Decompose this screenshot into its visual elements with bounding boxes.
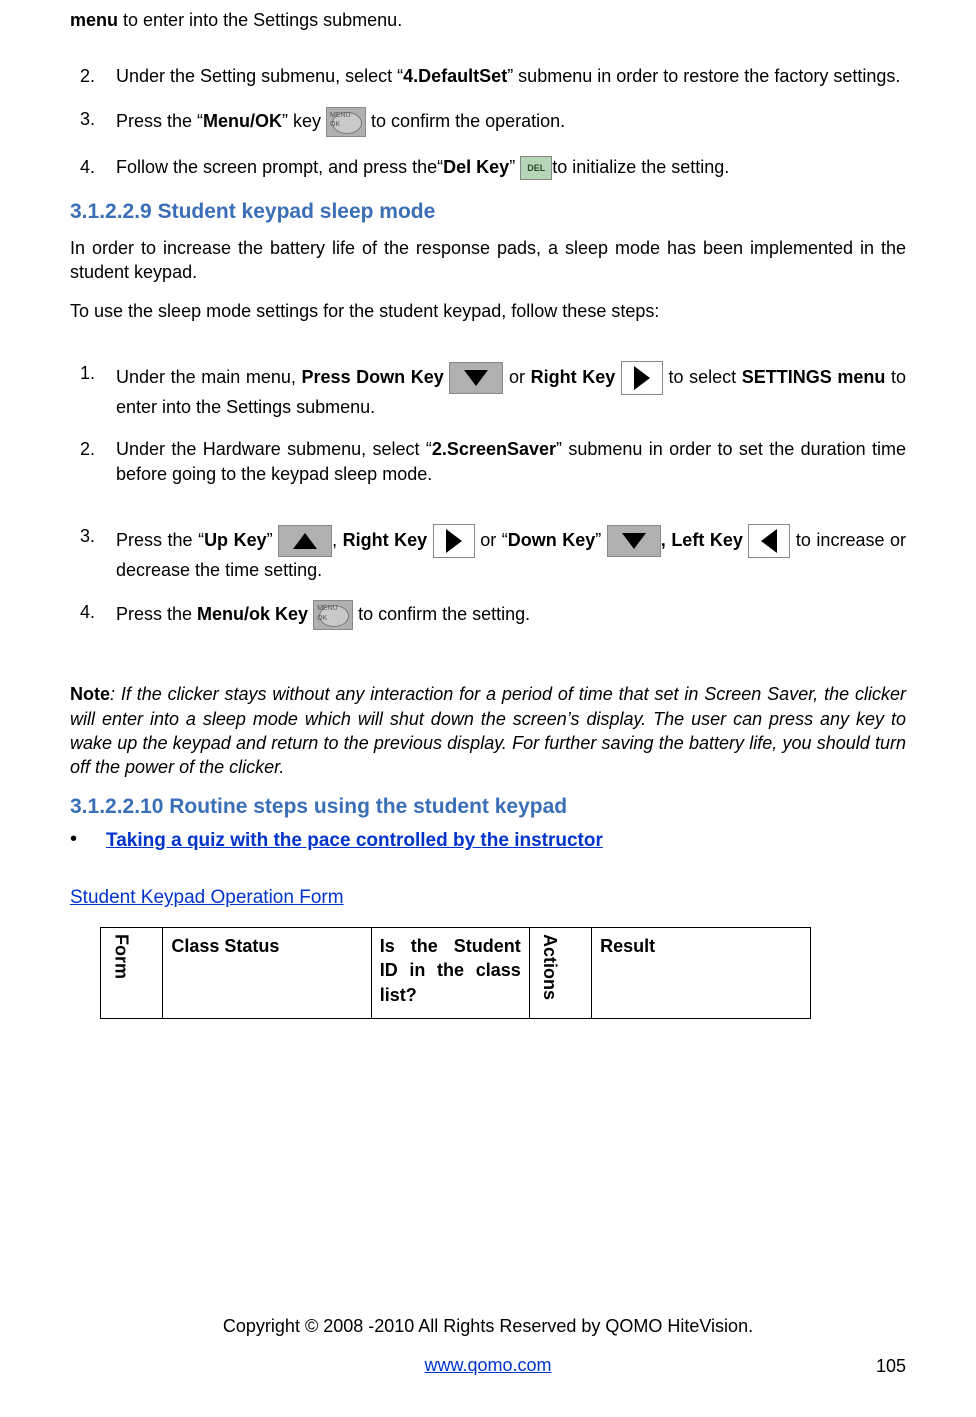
col-form: Form xyxy=(101,928,163,1019)
section-heading: 3.1.2.2.9 Student keypad sleep mode xyxy=(70,198,906,226)
menu-ok-key-icon xyxy=(313,600,353,630)
text: ” submenu in order to restore the factor… xyxy=(507,66,900,86)
bold-text: Right Key xyxy=(531,367,616,387)
text: to confirm the operation. xyxy=(366,110,565,130)
up-arrow-icon xyxy=(278,525,332,557)
bold-text: Menu/OK xyxy=(203,110,282,130)
list-item: 3. Press the “Menu/OK” key to confirm th… xyxy=(70,107,906,137)
bold-text: , Left Key xyxy=(661,530,743,550)
text: or “ xyxy=(475,530,508,550)
text: Press the “ xyxy=(116,110,203,130)
text: Under the Hardware submenu, select “ xyxy=(116,439,432,459)
text: Press the “ xyxy=(116,530,204,550)
footer-url[interactable]: www.qomo.com xyxy=(424,1355,551,1375)
form-caption-link[interactable]: Student Keypad Operation Form xyxy=(70,885,344,911)
document-page: menu to enter into the Settings submenu.… xyxy=(0,0,976,1417)
list-item: 2. Under the Setting submenu, select “4.… xyxy=(70,64,906,88)
list-number: 2. xyxy=(70,64,116,88)
page-number: 105 xyxy=(876,1354,906,1378)
text: Under the main menu, xyxy=(116,367,302,387)
text: to enter into the Settings submenu. xyxy=(118,10,402,30)
col-actions: Actions xyxy=(529,928,591,1019)
text: to select xyxy=(663,367,742,387)
list-number: 3. xyxy=(70,524,116,582)
copyright-text: Copyright © 2008 -2010 All Rights Reserv… xyxy=(70,1314,906,1338)
text: Follow the screen prompt, and press the“ xyxy=(116,157,443,177)
list-number: 4. xyxy=(70,155,116,180)
note-paragraph: Note: If the clicker stays without any i… xyxy=(70,682,906,779)
list-item: 4. Press the Menu/ok Key to confirm the … xyxy=(70,600,906,630)
bold-text: Press Down Key xyxy=(302,367,444,387)
bold-text: menu xyxy=(70,10,118,30)
text: ” key xyxy=(282,110,326,130)
text: , xyxy=(332,530,343,550)
bold-text: SETTINGS menu xyxy=(742,367,886,387)
bold-text: Del Key xyxy=(443,157,509,177)
list-item: 1. Under the main menu, Press Down Key o… xyxy=(70,361,906,419)
list-number: 3. xyxy=(70,107,116,137)
paragraph: In order to increase the battery life of… xyxy=(70,236,906,285)
text: ” xyxy=(509,157,520,177)
paragraph: To use the sleep mode settings for the s… xyxy=(70,299,906,323)
continuation-line: menu to enter into the Settings submenu. xyxy=(70,8,906,32)
list-item: 4. Follow the screen prompt, and press t… xyxy=(70,155,906,180)
menu-ok-key-icon xyxy=(326,107,366,137)
text: or xyxy=(503,367,530,387)
text: to initialize the setting. xyxy=(552,157,729,177)
page-footer: Copyright © 2008 -2010 All Rights Reserv… xyxy=(70,1314,906,1377)
bold-text: 2.ScreenSaver xyxy=(432,439,556,459)
col-result: Result xyxy=(592,928,810,1019)
content-area: menu to enter into the Settings submenu.… xyxy=(70,0,906,1019)
section-heading: 3.1.2.2.10 Routine steps using the stude… xyxy=(70,793,906,821)
left-arrow-icon xyxy=(748,524,790,558)
col-class-status: Class Status xyxy=(163,928,371,1019)
bullet-link[interactable]: Taking a quiz with the pace controlled b… xyxy=(106,828,603,854)
text: Under the Setting submenu, select “ xyxy=(116,66,403,86)
right-arrow-icon xyxy=(433,524,475,558)
del-key-icon: DEL xyxy=(520,156,552,180)
col-student-id: Is the Student ID in the class list? xyxy=(371,928,529,1019)
operation-form-table: Form Class Status Is the Student ID in t… xyxy=(100,927,811,1019)
text: Press the xyxy=(116,604,197,624)
list-item: 3. Press the “Up Key” , Right Key or “Do… xyxy=(70,524,906,582)
text: ” xyxy=(267,530,279,550)
note-body: : If the clicker stays without any inter… xyxy=(70,684,906,777)
right-arrow-icon xyxy=(621,361,663,395)
bullet-item: • Taking a quiz with the pace controlled… xyxy=(70,828,906,854)
bold-text: Down Key xyxy=(508,530,596,550)
text: to confirm the setting. xyxy=(353,604,530,624)
list-number: 2. xyxy=(70,437,116,486)
bullet-icon: • xyxy=(70,828,106,850)
text: ” xyxy=(595,530,607,550)
down-arrow-icon xyxy=(607,525,661,557)
bold-text: Menu/ok Key xyxy=(197,604,308,624)
note-label: Note xyxy=(70,684,110,704)
down-arrow-icon xyxy=(449,362,503,394)
bold-text: 4.DefaultSet xyxy=(403,66,507,86)
list-item: 2. Under the Hardware submenu, select “2… xyxy=(70,437,906,486)
table-row: Form Class Status Is the Student ID in t… xyxy=(101,928,811,1019)
bold-text: Right Key xyxy=(343,530,428,550)
list-number: 4. xyxy=(70,600,116,630)
bold-text: Up Key xyxy=(204,530,267,550)
list-number: 1. xyxy=(70,361,116,419)
